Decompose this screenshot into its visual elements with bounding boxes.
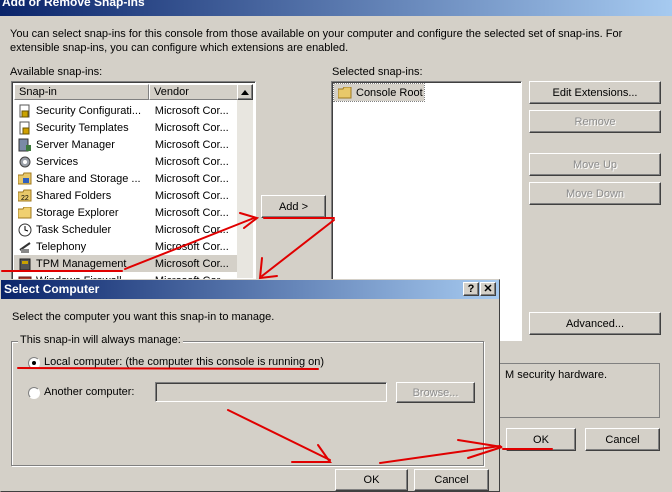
list-item-vendor: Microsoft Cor... xyxy=(154,104,229,117)
move-down-button[interactable]: Move Down xyxy=(529,182,661,205)
folder-icon xyxy=(338,86,352,100)
list-item-name: Task Scheduler xyxy=(36,223,112,236)
list-item-name: Security Templates xyxy=(35,121,129,134)
snapin-description-text: M security hardware. xyxy=(505,369,608,381)
select-computer-ok-button[interactable]: OK xyxy=(335,469,408,491)
annotation-arrow-to-dialog xyxy=(261,219,335,277)
another-computer-label[interactable]: Another computer: xyxy=(44,386,135,398)
list-item[interactable]: 22 Shared Folders Microsoft Cor... xyxy=(14,187,238,204)
services-gear-icon xyxy=(18,155,32,169)
close-icon: ✕ xyxy=(483,282,493,295)
local-computer-label[interactable]: Local computer: (the computer this conso… xyxy=(44,356,324,368)
column-header-snapin[interactable]: Snap-in xyxy=(14,84,149,100)
list-item-name: Shared Folders xyxy=(36,189,112,202)
list-item-name: Security Configurati... xyxy=(35,104,142,117)
shared-folders-icon: 22 xyxy=(18,189,32,203)
folder-icon xyxy=(18,206,32,220)
list-item[interactable]: Server Manager Microsoft Cor... xyxy=(14,136,238,153)
radio-selected-dot xyxy=(32,361,36,365)
server-manager-icon xyxy=(18,138,32,152)
list-item-vendor: Microsoft Cor... xyxy=(154,240,229,253)
help-button[interactable]: ? xyxy=(463,282,479,296)
svg-text:22: 22 xyxy=(21,195,29,202)
clock-icon xyxy=(18,223,32,237)
list-item-vendor: Microsoft Cor... xyxy=(154,155,229,168)
security-config-icon xyxy=(18,104,32,118)
list-scrollbar[interactable] xyxy=(237,84,253,278)
telephony-icon xyxy=(18,240,32,254)
available-snapins-list[interactable]: Snap-in Vendor Security Configurati... Mi… xyxy=(11,81,256,281)
available-snapins-label: Available snap-ins: xyxy=(10,66,103,78)
list-item[interactable]: Storage Explorer Microsoft Cor... xyxy=(14,204,238,221)
list-item-vendor: Microsoft Cor... xyxy=(154,121,229,134)
select-computer-dialog: Select Computer ? ✕ Select the computer … xyxy=(0,279,500,492)
advanced-button[interactable]: Advanced... xyxy=(529,312,661,335)
arrow-up-icon xyxy=(241,89,249,95)
scroll-up-button[interactable] xyxy=(237,84,253,100)
close-button[interactable]: ✕ xyxy=(480,282,496,296)
list-item-vendor: Microsoft Cor... xyxy=(154,257,229,270)
list-item-vendor: Microsoft Cor... xyxy=(154,189,229,202)
list-item-vendor: Microsoft Cor... xyxy=(154,172,229,185)
list-header: Snap-in Vendor xyxy=(14,84,238,100)
main-dialog-title: Add or Remove Snap-ins xyxy=(2,0,145,9)
select-computer-title: Select Computer xyxy=(4,282,100,296)
list-item[interactable]: Task Scheduler Microsoft Cor... xyxy=(14,221,238,238)
list-item-console-root[interactable]: Console Root xyxy=(333,83,425,102)
groupbox-label: This snap-in will always manage: xyxy=(18,334,183,346)
main-dialog-title-bar: Add or Remove Snap-ins xyxy=(0,0,672,16)
selected-snapins-label: Selected snap-ins: xyxy=(332,66,423,78)
list-item-name: TPM Management xyxy=(36,257,127,270)
main-ok-button[interactable]: OK xyxy=(506,428,576,451)
manage-target-groupbox: This snap-in will always manage: Local c… xyxy=(11,334,484,466)
snapin-description-box: M security hardware. xyxy=(480,363,660,418)
edit-extensions-button[interactable]: Edit Extensions... xyxy=(529,81,661,104)
move-up-button[interactable]: Move Up xyxy=(529,153,661,176)
list-item-selected[interactable]: TPM Management Microsoft Cor... xyxy=(14,255,238,272)
list-item-name: Share and Storage ... xyxy=(36,172,141,185)
security-templates-icon xyxy=(18,121,32,135)
list-item-label: Console Root xyxy=(356,86,423,99)
add-snapin-button[interactable]: Add > xyxy=(261,195,326,218)
browse-button[interactable]: Browse... xyxy=(396,382,475,403)
list-item[interactable]: Services Microsoft Cor... xyxy=(14,153,238,170)
another-computer-radio[interactable] xyxy=(28,387,40,399)
local-computer-radio[interactable] xyxy=(28,357,40,369)
remove-button[interactable]: Remove xyxy=(529,110,661,133)
list-item-name: Storage Explorer xyxy=(36,206,119,219)
another-computer-input[interactable] xyxy=(155,382,387,402)
list-item-vendor: Microsoft Cor... xyxy=(154,206,229,219)
select-computer-title-bar: Select Computer ? ✕ xyxy=(1,280,499,299)
select-computer-cancel-button[interactable]: Cancel xyxy=(414,469,489,491)
list-item-vendor: Microsoft Cor... xyxy=(154,223,229,236)
help-icon: ? xyxy=(467,282,475,295)
annotation-arrowhead-dialog xyxy=(258,257,278,280)
column-header-vendor[interactable]: Vendor xyxy=(149,84,238,100)
list-item[interactable]: Share and Storage ... Microsoft Cor... xyxy=(14,170,238,187)
main-cancel-button[interactable]: Cancel xyxy=(585,428,660,451)
tpm-chip-icon xyxy=(18,257,32,271)
list-item-name: Server Manager xyxy=(36,138,115,151)
select-computer-instruction: Select the computer you want this snap-i… xyxy=(12,311,275,323)
share-storage-icon xyxy=(18,172,32,186)
list-item-vendor: Microsoft Cor... xyxy=(154,138,229,151)
list-item[interactable]: Telephony Microsoft Cor... xyxy=(14,238,238,255)
list-item-name: Telephony xyxy=(36,240,87,253)
list-item[interactable]: Security Configurati... Microsoft Cor... xyxy=(14,102,238,119)
list-item[interactable]: Security Templates Microsoft Cor... xyxy=(14,119,238,136)
main-dialog-description: You can select snap-ins for this console… xyxy=(10,28,623,54)
list-item-name: Services xyxy=(36,155,79,168)
